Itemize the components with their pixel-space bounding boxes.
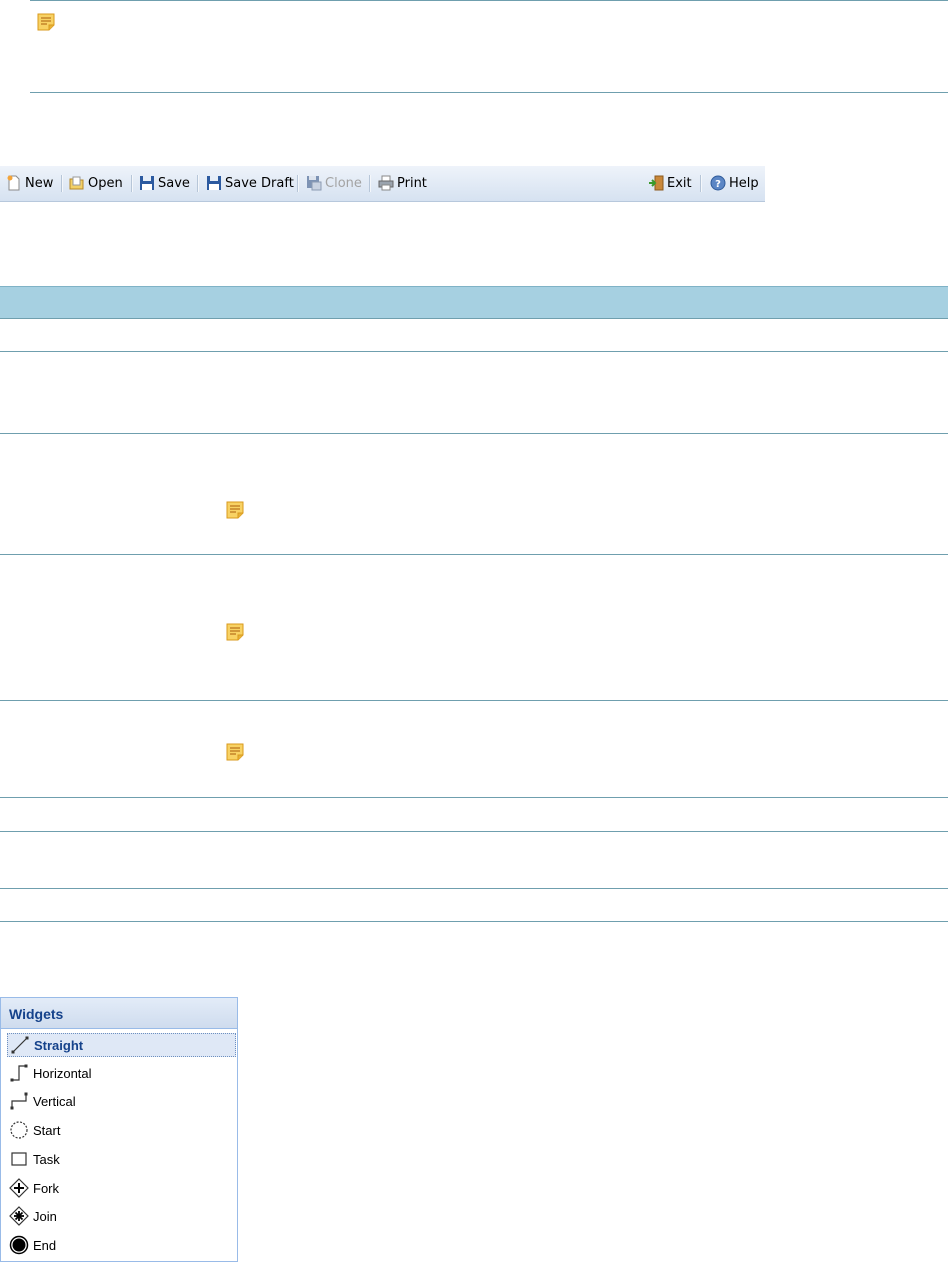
join-diamond-icon <box>9 1206 29 1226</box>
note-icon[interactable] <box>37 13 55 31</box>
widget-join[interactable]: Join <box>7 1204 236 1228</box>
task-square-icon <box>11 1152 27 1166</box>
widgets-panel: Widgets Straight Horizontal Vertical Sta… <box>0 997 238 1262</box>
note-icon[interactable] <box>226 501 244 519</box>
clone-icon <box>307 176 322 191</box>
new-document-icon <box>7 175 20 191</box>
row-divider <box>0 888 948 889</box>
row-divider <box>0 700 948 701</box>
floppy-disk-icon <box>207 176 221 190</box>
top-divider <box>30 0 948 1</box>
widget-straight[interactable]: Straight <box>7 1033 236 1057</box>
new-button[interactable]: New <box>6 166 53 200</box>
toolbar-separator <box>197 175 199 192</box>
widget-end[interactable]: End <box>7 1233 236 1257</box>
end-circle-icon <box>9 1235 29 1255</box>
note-icon[interactable] <box>226 623 244 641</box>
widget-fork[interactable]: Fork <box>7 1176 236 1200</box>
widget-task[interactable]: Task <box>7 1147 236 1171</box>
row-divider <box>0 831 948 832</box>
toolbar-separator <box>297 175 299 192</box>
open-button[interactable]: Open <box>69 166 123 200</box>
straight-line-icon <box>11 1036 29 1054</box>
row-divider <box>0 797 948 798</box>
print-button[interactable]: Print <box>378 166 427 200</box>
clone-button[interactable]: Clone <box>306 166 362 200</box>
open-folder-icon <box>69 176 84 190</box>
row-divider <box>0 433 948 434</box>
printer-icon <box>378 175 394 191</box>
row-divider <box>0 351 948 352</box>
note-icon[interactable] <box>226 743 244 761</box>
widget-vertical[interactable]: Vertical <box>7 1089 236 1113</box>
widget-start[interactable]: Start <box>7 1118 236 1142</box>
toolbar-separator <box>700 175 702 192</box>
widget-horizontal[interactable]: Horizontal <box>7 1061 236 1085</box>
row-divider <box>0 554 948 555</box>
floppy-disk-icon <box>140 176 154 190</box>
vertical-connector-icon <box>10 1092 28 1110</box>
exit-door-icon <box>649 175 664 191</box>
toolbar-separator <box>61 175 63 192</box>
horizontal-connector-icon <box>10 1064 28 1082</box>
top-section-divider <box>30 92 948 93</box>
widgets-panel-title: Widgets <box>1 998 237 1029</box>
row-divider <box>0 318 948 319</box>
row-divider <box>0 921 948 922</box>
toolbar-separator <box>369 175 371 192</box>
toolbar-separator <box>131 175 133 192</box>
fork-diamond-icon <box>9 1178 29 1198</box>
main-toolbar: New Open Save Save Draft Clone Print Exi… <box>0 166 765 202</box>
save-draft-button[interactable]: Save Draft <box>206 166 294 200</box>
help-button[interactable]: ? Help <box>710 166 759 200</box>
save-button[interactable]: Save <box>139 166 190 200</box>
table-header <box>0 286 948 318</box>
start-circle-icon <box>10 1121 28 1139</box>
help-icon: ? <box>710 175 726 191</box>
svg-text:?: ? <box>715 179 721 190</box>
exit-button[interactable]: Exit <box>648 166 692 200</box>
